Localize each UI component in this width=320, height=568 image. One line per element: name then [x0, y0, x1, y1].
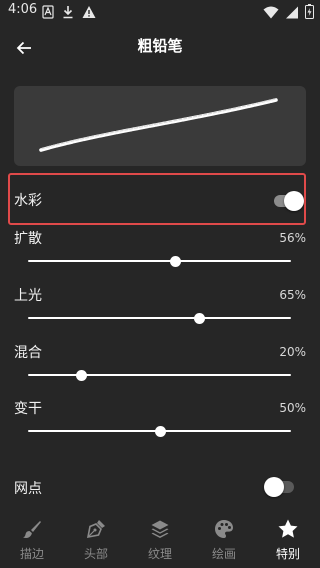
status-bar: 4:06: [0, 0, 320, 24]
wifi-icon: [263, 4, 279, 23]
notification-app-icon: [42, 4, 54, 23]
nav-tab-head[interactable]: 头部: [64, 512, 128, 568]
halftone-toggle-knob: [264, 477, 284, 497]
glaze-slider-track: [28, 317, 291, 319]
watercolor-highlight: [8, 173, 306, 225]
nav-label-special: 特别: [275, 547, 300, 561]
glaze-slider[interactable]: [28, 308, 291, 328]
bottom-nav: 描边 头部 纹理 绘画 特别: [0, 512, 320, 568]
glaze-slider-thumb[interactable]: [193, 313, 205, 324]
battery-icon: [305, 4, 314, 23]
nav-label-texture: 纹理: [147, 547, 172, 561]
watercolor-toggle-knob: [284, 191, 304, 211]
spread-slider[interactable]: [28, 251, 291, 271]
nav-label-head: 头部: [83, 547, 108, 561]
layers-icon: [149, 518, 171, 540]
halftone-toggle[interactable]: [264, 477, 298, 497]
brush-stroke-preview: [39, 98, 278, 152]
system-icons: [263, 4, 314, 23]
halftone-label: 网点: [14, 481, 42, 497]
signal-icon: [285, 4, 299, 23]
nav-label-stroke: 描边: [19, 547, 44, 561]
glaze-value: 65%: [279, 288, 306, 302]
blend-slider-track: [28, 374, 291, 376]
nav-tab-special[interactable]: 特别: [256, 512, 320, 568]
watercolor-label: 水彩: [14, 193, 42, 209]
download-icon: [62, 4, 74, 23]
nav-tab-texture[interactable]: 纹理: [128, 512, 192, 568]
status-time: 4:06: [8, 2, 38, 17]
nav-tab-paint[interactable]: 绘画: [192, 512, 256, 568]
spread-value: 56%: [279, 231, 306, 245]
glaze-label: 上光: [14, 288, 42, 304]
blend-slider[interactable]: [28, 365, 291, 385]
warning-icon: [82, 4, 96, 23]
spread-label: 扩散: [14, 231, 42, 247]
dry-slider[interactable]: [28, 421, 291, 441]
page-title: 粗铅笔: [137, 37, 183, 55]
dry-slider-thumb[interactable]: [154, 426, 166, 437]
star-icon: [277, 518, 299, 540]
nav-tab-stroke[interactable]: 描边: [0, 512, 64, 568]
dry-label: 变干: [14, 401, 42, 417]
spread-slider-track: [28, 260, 291, 262]
spread-slider-thumb[interactable]: [170, 256, 182, 267]
pen-nib-icon: [85, 518, 107, 540]
notification-icons: [42, 4, 96, 23]
brush-preview: [14, 86, 306, 166]
dry-value: 50%: [279, 401, 306, 415]
palette-icon: [213, 518, 235, 540]
app-bar: 粗铅笔: [0, 24, 320, 70]
nav-label-paint: 绘画: [211, 547, 236, 561]
blend-value: 20%: [279, 345, 306, 359]
blend-slider-thumb[interactable]: [75, 370, 87, 381]
blend-label: 混合: [14, 345, 42, 361]
brush-icon: [21, 518, 43, 540]
watercolor-toggle[interactable]: [270, 191, 304, 211]
